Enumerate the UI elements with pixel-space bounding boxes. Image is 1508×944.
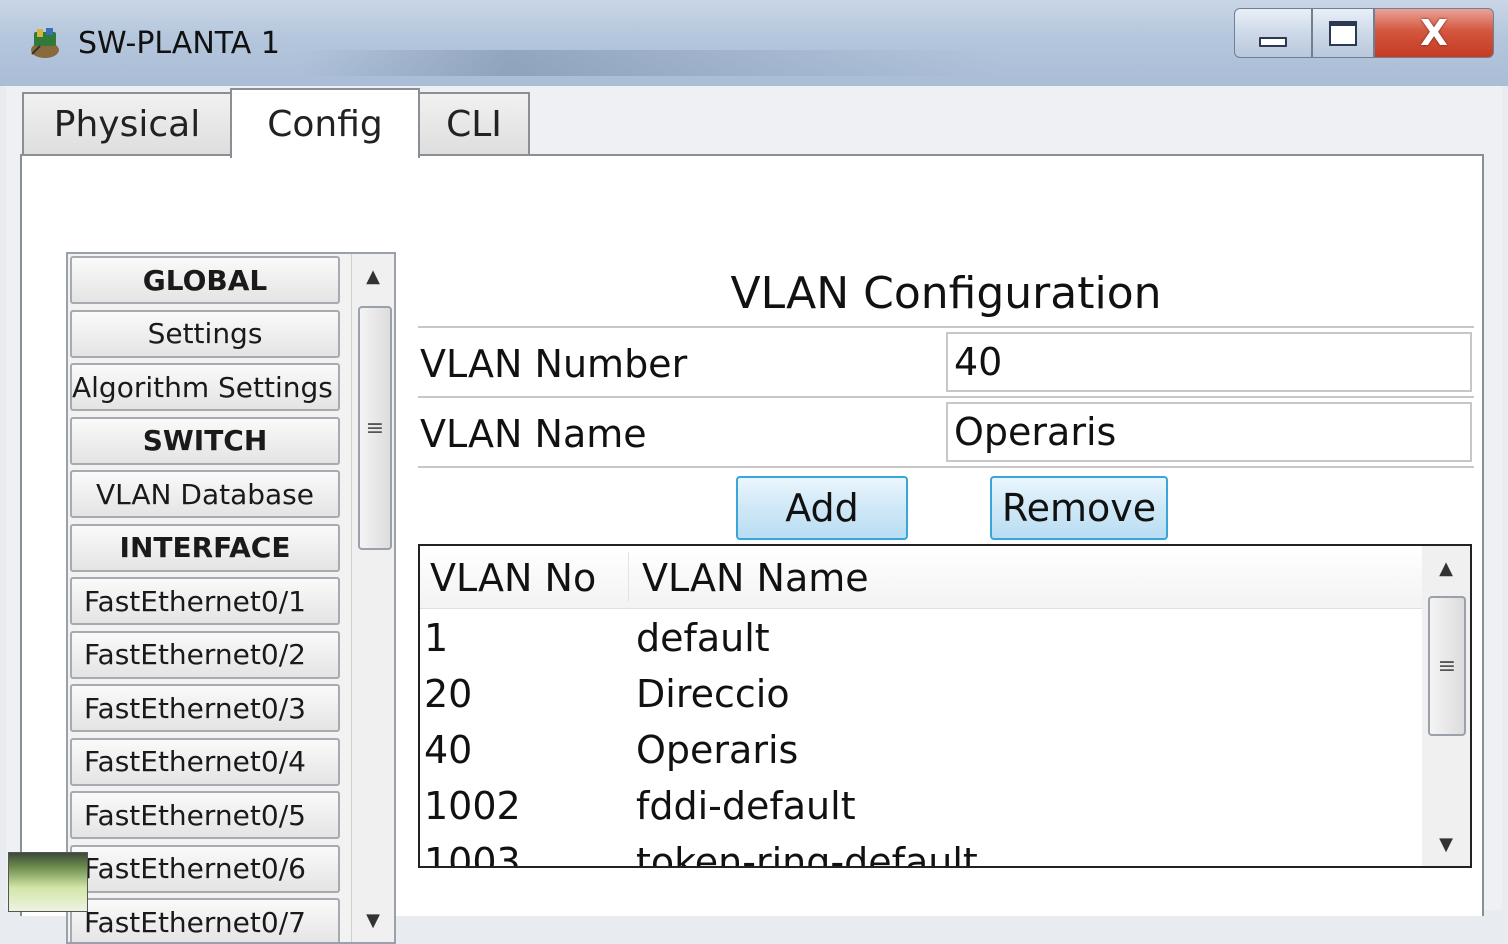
sidebar-item-fastethernet0-4[interactable]: FastEthernet0/4 (70, 737, 340, 786)
add-button[interactable]: Add (736, 476, 908, 540)
config-sidebar: GLOBAL Settings Algorithm Settings SWITC… (66, 252, 396, 944)
sidebar-item-label: FastEthernet0/6 (84, 852, 306, 885)
close-icon: X (1420, 12, 1448, 54)
window-body: Physical Config CLI GLOBAL Settings Algo… (6, 86, 1502, 944)
cell-vlan-name: fddi-default (636, 784, 856, 828)
window-title: SW-PLANTA 1 (78, 26, 280, 61)
table-row[interactable]: 40 Operaris (420, 722, 1424, 778)
scroll-down-icon[interactable]: ▼ (1422, 822, 1470, 866)
sidebar-item-label: GLOBAL (142, 263, 268, 297)
sidebar-item-label: FastEthernet0/2 (84, 638, 306, 671)
close-button[interactable]: X (1374, 8, 1494, 58)
tab-cli[interactable]: CLI (418, 92, 530, 154)
remove-button[interactable]: Remove (990, 476, 1168, 540)
cell-vlan-name: Operaris (636, 728, 799, 772)
sidebar-item-label: VLAN Database (96, 477, 314, 511)
title-bar-background (300, 50, 1000, 76)
tab-config[interactable]: Config (230, 88, 420, 158)
cell-vlan-no: 1 (424, 616, 449, 660)
sidebar-item-label: FastEthernet0/1 (84, 584, 306, 618)
sidebar-item-fastethernet0-6[interactable]: FastEthernet0/6 (70, 844, 340, 893)
column-header-vlan-no[interactable]: VLAN No (430, 556, 596, 600)
cell-vlan-no: 1002 (424, 784, 521, 828)
tab-label: Physical (53, 103, 201, 145)
column-header-vlan-name[interactable]: VLAN Name (642, 556, 869, 600)
cell-vlan-name: token-ring-default (636, 840, 978, 868)
divider (418, 396, 1474, 398)
tab-label: Config (267, 103, 383, 145)
cell-vlan-no: 40 (424, 728, 473, 772)
packet-tracer-switch-icon (31, 28, 59, 58)
table-row[interactable]: 20 Direccio (420, 666, 1424, 722)
vlan-configuration-panel: VLAN Configuration VLAN Number 40 VLAN N… (418, 256, 1474, 876)
sidebar-item-fastethernet0-5[interactable]: FastEthernet0/5 (70, 791, 340, 839)
vlan-table-header: VLAN No VLAN Name (420, 546, 1424, 609)
table-row[interactable]: 1003 token-ring-default (420, 834, 1424, 868)
maximize-button[interactable] (1312, 8, 1374, 58)
vlan-table-scrollbar[interactable]: ▲ ≡ ▼ (1422, 546, 1470, 866)
sidebar-item-fastethernet0-3[interactable]: FastEthernet0/3 (70, 684, 340, 732)
divider (418, 466, 1474, 468)
sidebar-item-algorithm-settings[interactable]: Algorithm Settings (70, 363, 340, 411)
vlan-name-input[interactable]: Operaris (946, 402, 1472, 462)
sidebar-header-global: GLOBAL (70, 256, 340, 304)
table-row[interactable]: 1 default (420, 610, 1424, 666)
tab-label: CLI (446, 103, 502, 145)
scroll-up-icon[interactable]: ▲ (1422, 546, 1470, 590)
title-bar[interactable]: SW-PLANTA 1 X (0, 0, 1508, 86)
sidebar-header-interface: INTERFACE (70, 523, 340, 572)
vlan-name-label: VLAN Name (420, 412, 647, 456)
sidebar-item-label: FastEthernet0/4 (84, 745, 306, 778)
cell-vlan-name: default (636, 616, 770, 660)
sidebar-item-settings[interactable]: Settings (70, 309, 340, 358)
cell-vlan-no: 20 (424, 672, 473, 716)
sidebar-item-fastethernet0-2[interactable]: FastEthernet0/2 (70, 630, 340, 679)
sidebar-item-label: FastEthernet0/7 (84, 905, 306, 939)
scrollbar-thumb[interactable]: ≡ (1428, 596, 1466, 736)
table-row[interactable]: 1002 fddi-default (420, 778, 1424, 834)
minimize-button[interactable] (1234, 8, 1312, 58)
maximize-icon (1329, 20, 1357, 46)
vlan-number-label: VLAN Number (420, 342, 688, 386)
scroll-down-icon[interactable]: ▼ (352, 898, 394, 942)
scroll-up-icon[interactable]: ▲ (352, 254, 394, 298)
cell-vlan-no: 1003 (424, 840, 521, 868)
cell-vlan-name: Direccio (636, 672, 790, 716)
sidebar-item-label: INTERFACE (119, 531, 291, 564)
scrollbar-thumb[interactable]: ≡ (358, 306, 392, 550)
sidebar-item-label: SWITCH (142, 424, 268, 457)
sidebar-item-vlan-database[interactable]: VLAN Database (70, 470, 340, 518)
sidebar-item-label: Settings (147, 317, 263, 350)
column-separator (628, 552, 629, 602)
sidebar-item-label: Algorithm Settings (72, 370, 333, 404)
sidebar-header-switch: SWITCH (70, 416, 340, 465)
vlan-number-input[interactable]: 40 (946, 332, 1472, 392)
panel-title: VLAN Configuration (730, 268, 1162, 319)
sidebar-item-fastethernet0-1[interactable]: FastEthernet0/1 (70, 577, 340, 625)
vlan-table[interactable]: VLAN No VLAN Name 1 default 20 Direccio … (418, 544, 1472, 868)
sidebar-item-label: FastEthernet0/3 (84, 691, 306, 725)
minimize-icon (1259, 37, 1287, 47)
divider (418, 326, 1474, 328)
tab-physical[interactable]: Physical (22, 92, 232, 154)
sidebar-scrollbar[interactable]: ▲ ≡ ▼ (351, 254, 394, 942)
taskbar-thumbnail[interactable] (8, 852, 88, 912)
sidebar-item-label: FastEthernet0/5 (84, 798, 306, 832)
config-frame: GLOBAL Settings Algorithm Settings SWITC… (20, 154, 1484, 944)
window-controls: X (1234, 8, 1494, 58)
sidebar-list: GLOBAL Settings Algorithm Settings SWITC… (70, 256, 344, 942)
sidebar-item-fastethernet0-7[interactable]: FastEthernet0/7 (70, 898, 340, 942)
